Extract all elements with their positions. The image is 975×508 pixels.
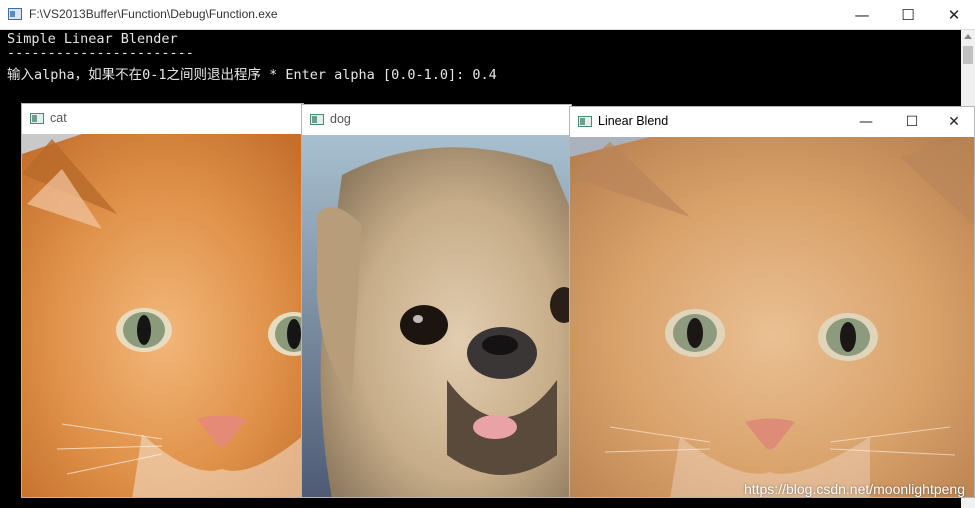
console-titlebar[interactable]: F:\VS2013Buffer\Function\Debug\Function.…: [0, 0, 975, 30]
image-window-icon: [310, 114, 324, 125]
cat-image: [22, 134, 303, 497]
console-close-button[interactable]: ✕: [931, 0, 975, 30]
linear-blend-window[interactable]: Linear Blend — ☐ ✕: [569, 106, 975, 498]
blend-minimize-button[interactable]: —: [843, 107, 889, 137]
console-line-prompt: 输入alpha，如果不在0-1之间则退出程序 * Enter alpha [0.…: [7, 67, 497, 83]
linear-blend-image: [570, 137, 974, 497]
console-maximize-button[interactable]: ☐: [885, 0, 931, 30]
console-line-separator: -----------------------: [7, 45, 194, 61]
dog-window[interactable]: dog: [301, 104, 572, 498]
dog-image: [302, 135, 571, 497]
cat-window[interactable]: cat: [21, 103, 304, 498]
blend-close-button[interactable]: ✕: [932, 107, 975, 137]
cat-window-titlebar[interactable]: cat: [22, 104, 303, 134]
linear-blend-titlebar[interactable]: Linear Blend — ☐ ✕: [570, 107, 974, 137]
console-app-icon: [8, 8, 22, 20]
scrollbar-thumb[interactable]: [963, 46, 973, 64]
console-window-title: F:\VS2013Buffer\Function\Debug\Function.…: [29, 7, 278, 21]
console-minimize-button[interactable]: —: [839, 0, 885, 30]
blend-maximize-button[interactable]: ☐: [889, 107, 935, 137]
dog-window-titlebar[interactable]: dog: [302, 105, 571, 135]
scroll-up-arrow-icon[interactable]: [964, 34, 972, 39]
cat-window-title: cat: [50, 111, 67, 125]
image-window-icon: [578, 116, 592, 127]
image-window-icon: [30, 113, 44, 124]
dog-window-title: dog: [330, 112, 351, 126]
linear-blend-window-title: Linear Blend: [598, 114, 669, 128]
watermark-text: https://blog.csdn.net/moonlightpeng: [743, 481, 965, 497]
